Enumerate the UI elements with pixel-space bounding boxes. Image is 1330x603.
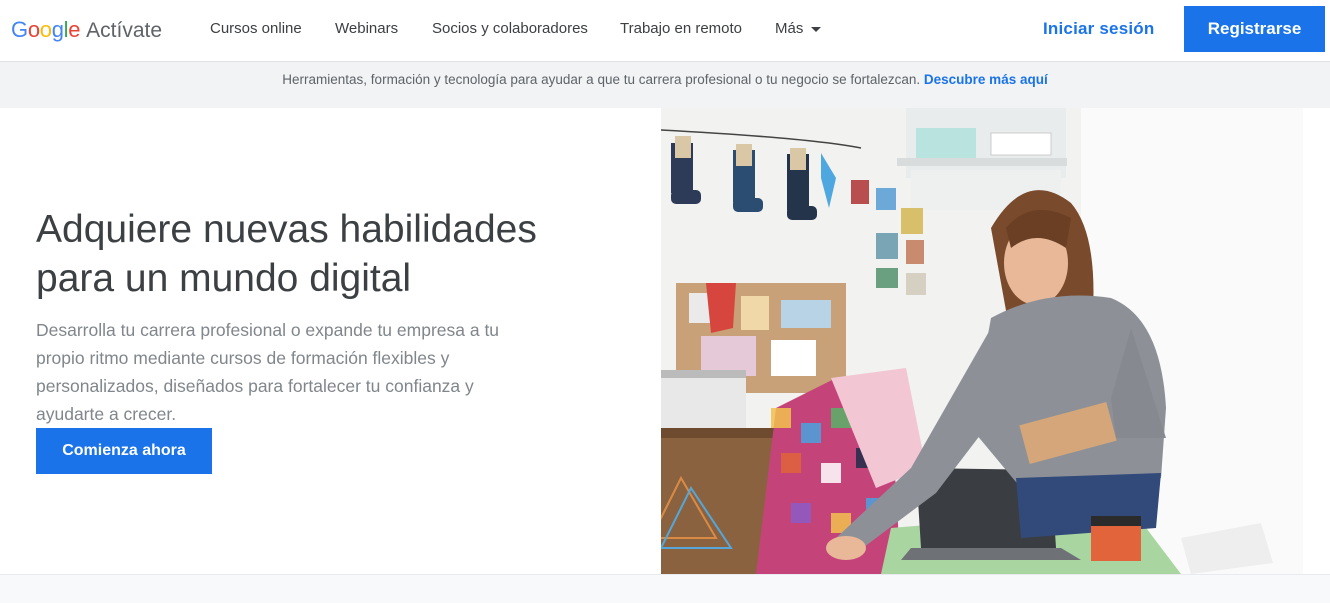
- hero-photo: [661, 108, 1303, 574]
- nav-cursos-online[interactable]: Cursos online: [210, 20, 302, 37]
- nav-mas-label: Más: [775, 20, 804, 37]
- hero-title-line-2: para un mundo digital: [36, 257, 412, 300]
- google-wordmark: Google: [11, 17, 81, 42]
- site-header: Google Actívate Cursos online Webinars S…: [0, 0, 1330, 62]
- register-button[interactable]: Registrarse: [1184, 6, 1325, 52]
- woman-at-workspace-illustration: [661, 108, 1303, 574]
- start-now-button[interactable]: Comienza ahora: [36, 428, 212, 474]
- hero-title-line-1: Adquiere nuevas habilidades: [36, 208, 537, 251]
- google-activate-logo[interactable]: Google Actívate: [11, 17, 162, 45]
- nav-webinars[interactable]: Webinars: [335, 20, 398, 37]
- product-name: Actívate: [86, 19, 163, 42]
- nav-socios[interactable]: Socios y colaboradores: [432, 20, 588, 37]
- info-banner: Herramientas, formación y tecnología par…: [0, 62, 1330, 108]
- hero-description: Desarrolla tu carrera profesional o expa…: [36, 320, 500, 424]
- nav-mas-dropdown[interactable]: Más: [775, 20, 822, 37]
- section-divider: [0, 574, 1330, 603]
- banner-text: Herramientas, formación y tecnología par…: [282, 72, 921, 87]
- caret-down-icon: [811, 26, 822, 32]
- banner-link[interactable]: Descubre más aquí: [924, 72, 1048, 87]
- nav-trabajo-remoto[interactable]: Trabajo en remoto: [620, 20, 742, 37]
- hero-title: Adquiere nuevas habilidades para un mund…: [36, 205, 636, 303]
- signin-link[interactable]: Iniciar sesión: [1043, 19, 1154, 39]
